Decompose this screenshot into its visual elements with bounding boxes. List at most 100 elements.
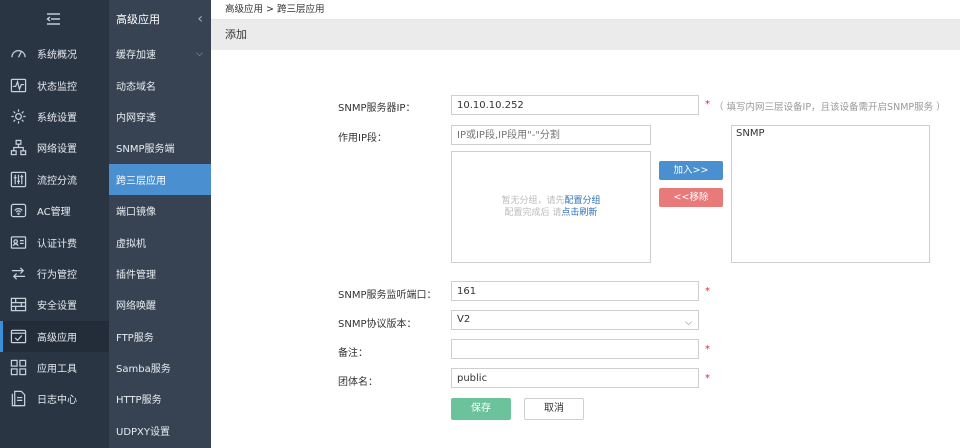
subnav-item-label: 网络唤醒 [116,301,156,313]
subnav-title: 高级应用 [116,13,160,26]
id-card-icon [9,233,27,251]
selected-list-item[interactable]: SNMP [736,128,925,139]
subnav-item-cache-accel[interactable]: 缓存加速 ⌵ [109,38,211,69]
required-mark: * [705,99,710,110]
save-button[interactable]: 保存 [451,398,511,420]
nav-item-ac-management[interactable]: AC管理 [0,195,109,226]
subnav-item-label: 端口镜像 [116,207,156,219]
apps-grid-icon [9,359,27,377]
subnav-item-ftp[interactable]: FTP服务 [109,321,211,352]
subnav-item-label: FTP服务 [116,332,154,344]
group-empty-line2: 配置完成后 请点击刷新 [505,207,598,219]
chevron-left-icon[interactable]: ‹ [197,11,203,27]
note-input[interactable] [451,339,699,359]
pulse-monitor-icon [9,76,27,94]
refresh-link[interactable]: 点击刷新 [561,208,597,218]
subnav-item-udpxy[interactable]: UDPXY设置 [109,415,211,446]
nav-item-behavior-control[interactable]: 行为管控 [0,258,109,289]
required-mark: * [705,373,710,384]
check-window-icon [9,327,27,345]
subnav-item-label: HTTP服务 [116,395,162,407]
subnav-item-port-mirror[interactable]: 端口镜像 [109,195,211,226]
port-label: SNMP服务监听端口： [338,290,437,301]
note-label: 备注： [338,348,368,359]
network-tree-icon [9,139,27,157]
breadcrumb: 高级应用 > 跨三层应用 [211,0,960,20]
selected-list-box[interactable]: SNMP [731,125,930,263]
community-input[interactable] [451,368,699,388]
subnav-item-label: 动态域名 [116,81,156,93]
gear-icon [9,107,27,125]
required-mark: * [705,344,710,355]
nav-item-label: 日志中心 [37,395,77,407]
nav-item-security-settings[interactable]: 安全设置 [0,289,109,320]
nav-item-label: 行为管控 [37,269,77,281]
subnav-item-nat-traversal[interactable]: 内网穿透 [109,101,211,132]
version-label: SNMP协议版本： [338,319,417,330]
remove-button[interactable]: <<移除 [659,188,723,207]
nav-item-advanced-apps[interactable]: 高级应用 [0,320,109,353]
nav-item-label: 系统设置 [37,112,77,124]
group-empty-line1: 暂无分组，请先配置分组 [501,195,600,207]
firewall-icon [9,296,27,314]
version-select[interactable]: V2 ⌵ [451,310,699,330]
subnav-item-label: 缓存加速 [116,50,156,62]
nav-item-label: 应用工具 [37,364,77,376]
version-selected-value: V2 [457,314,471,325]
subnav-item-cross-layer3[interactable]: 跨三层应用 [109,163,211,195]
subnav-item-label: 内网穿透 [116,112,156,124]
community-label: 团体名： [338,377,378,388]
ip-range-input[interactable] [451,125,651,145]
wifi-ap-icon [9,202,27,220]
subnav-item-samba[interactable]: Samba服务 [109,352,211,383]
subnav-item-ddns[interactable]: 动态域名 [109,69,211,100]
port-input[interactable] [451,281,699,301]
nav-item-label: 状态监控 [37,81,77,93]
subnav-item-wol[interactable]: 网络唤醒 [109,289,211,320]
nav-item-label: AC管理 [37,207,71,219]
nav-item-flow-control[interactable]: 流控分流 [0,164,109,195]
subnav-item-plugins[interactable]: 插件管理 [109,258,211,289]
subnav-item-vm[interactable]: 虚拟机 [109,226,211,257]
nav-item-label: 系统概况 [37,50,77,62]
chevron-down-icon: ⌵ [685,318,692,328]
nav-item-label: 高级应用 [37,332,77,344]
group-refresh-text: 配置完成后 请 [504,208,562,218]
dashboard-gauge-icon [9,45,27,63]
snmp-ip-hint: （ 填写内网三层设备IP，且该设备需开启SNMP服务 ） [714,102,946,113]
subnav-item-label: SNMP服务端 [116,144,175,156]
secondary-sidebar: 高级应用 ‹ 缓存加速 ⌵ 动态域名 内网穿透 SNMP服务端 跨三层应用 端口… [109,0,211,448]
chevron-down-icon: ⌵ [196,48,203,59]
nav-item-label: 网络设置 [37,144,77,156]
subnav-item-label: Samba服务 [116,364,171,376]
nav-item-label: 认证计费 [37,238,77,250]
nav-item-log-center[interactable]: 日志中心 [0,383,109,414]
subnav-item-label: 插件管理 [116,269,156,281]
subnav-item-http[interactable]: HTTP服务 [109,383,211,414]
subnav-header: 高级应用 ‹ [109,0,211,38]
nav-item-app-tools[interactable]: 应用工具 [0,352,109,383]
menu-collapse-icon[interactable] [0,0,109,38]
group-empty-text: 暂无分组，请先 [501,196,565,206]
group-list-box[interactable]: 暂无分组，请先配置分组 配置完成后 请点击刷新 [451,151,651,263]
required-mark: * [705,286,710,297]
subnav-item-label: 跨三层应用 [116,175,166,187]
arrows-swap-icon [9,264,27,282]
ip-range-label: 作用IP段： [338,133,387,144]
nav-item-system-settings[interactable]: 系统设置 [0,101,109,132]
nav-item-system-overview[interactable]: 系统概况 [0,38,109,69]
add-button[interactable]: 加入>> [659,161,723,180]
snmp-ip-input[interactable] [451,95,699,115]
nav-item-label: 安全设置 [37,301,77,313]
log-document-icon [9,390,27,408]
nav-item-auth-billing[interactable]: 认证计费 [0,226,109,257]
subnav-item-label: UDPXY设置 [116,426,171,438]
subnav-item-snmp-server[interactable]: SNMP服务端 [109,132,211,163]
nav-item-status-monitor[interactable]: 状态监控 [0,69,109,100]
menu-collapse-icon-svg [45,13,60,25]
nav-item-network-settings[interactable]: 网络设置 [0,132,109,163]
cancel-button[interactable]: 取消 [524,398,584,420]
main-content: 高级应用 > 跨三层应用 添加 SNMP服务器IP： * （ 填写内网三层设备I… [211,0,960,448]
nav-item-label: 流控分流 [37,175,77,187]
configure-group-link[interactable]: 配置分组 [565,196,601,206]
